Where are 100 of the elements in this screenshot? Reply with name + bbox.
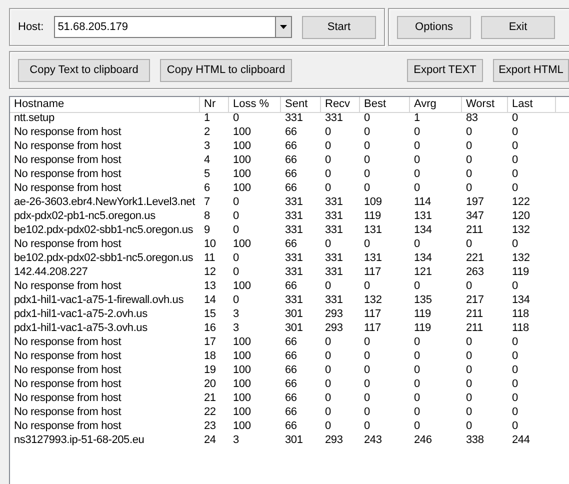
table-cell-text: 15 — [203, 307, 217, 321]
column-header[interactable]: Avrg — [410, 97, 462, 113]
table-cell-text: 0 — [413, 377, 421, 391]
options-button[interactable]: Options — [397, 16, 471, 38]
table-cell-text: 100 — [232, 167, 252, 181]
table-cell-text: 3 — [232, 307, 240, 321]
table-cell-text: 331 — [284, 251, 304, 265]
table-cell-text: 246 — [413, 433, 433, 447]
table-cell-text: 0 — [465, 181, 473, 195]
table-cell-text: 132 — [511, 251, 531, 265]
table-cell-text: 66 — [284, 125, 298, 139]
table-cell-text: 135 — [413, 293, 433, 307]
table-cell-text: 66 — [284, 363, 298, 377]
column-header[interactable]: Loss % — [229, 97, 281, 113]
table-cell-text: 0 — [232, 293, 240, 307]
table-cell-text: 100 — [232, 139, 252, 153]
table-cell-text: 7 — [203, 195, 211, 209]
table-cell-text: 0 — [324, 139, 332, 153]
table-cell-text: 10 — [203, 237, 217, 251]
table-cell-text: 331 — [324, 195, 344, 209]
copy-html-button[interactable]: Copy HTML to clipboard — [160, 58, 292, 82]
table-cell-text: be102.pdx-pdx02-sbb1-nc5.oregon.us — [13, 223, 194, 237]
table-cell-text: 119 — [413, 321, 432, 335]
table-cell-text: 263 — [465, 265, 485, 279]
table-cell-text: 331 — [284, 195, 304, 209]
table-cell-text: 331 — [284, 265, 304, 279]
table-cell-text: No response from host — [13, 419, 122, 433]
export-text-button[interactable]: Export TEXT — [407, 58, 483, 82]
table-cell-text: 244 — [511, 433, 531, 447]
table-cell-text: 118 — [511, 307, 530, 321]
table-cell-text: 0 — [511, 237, 519, 251]
table-cell-text: 100 — [232, 335, 252, 349]
table-cell-text: 0 — [232, 251, 240, 265]
table-cell-text: 114 — [413, 195, 432, 209]
table-cell-text: 217 — [465, 293, 485, 307]
table-cell-text: 0 — [511, 377, 519, 391]
column-header[interactable]: Sent — [281, 97, 321, 113]
table-cell-text: 0 — [324, 125, 332, 139]
table-cell-text: 331 — [324, 251, 344, 265]
table-cell-text: 331 — [284, 223, 304, 237]
table-cell-text: 1 — [203, 111, 211, 125]
column-header[interactable]: Nr — [200, 97, 229, 113]
table-cell-text: 0 — [465, 167, 473, 181]
table-cell-text: 131 — [363, 223, 383, 237]
table-cell-text: 0 — [413, 181, 421, 195]
column-header[interactable]: Last — [508, 97, 556, 113]
table-cell-text: 17 — [203, 335, 217, 349]
table-cell-text: 13 — [203, 279, 217, 293]
column-header[interactable]: Best — [360, 97, 410, 113]
table-cell-text: 122 — [511, 195, 531, 209]
table-cell-text: 100 — [232, 153, 252, 167]
table-cell-text: 0 — [324, 279, 332, 293]
table-cell-text: 331 — [284, 209, 304, 223]
table-cell-text: No response from host — [13, 125, 122, 139]
column-header[interactable]: Worst — [462, 97, 508, 113]
table-cell-text: 0 — [324, 419, 332, 433]
table-cell-text: 134 — [413, 223, 433, 237]
table-cell-text: 100 — [232, 377, 252, 391]
table-cell-text: 23 — [203, 419, 217, 433]
table-cell-text: 121 — [413, 265, 433, 279]
export-html-button[interactable]: Export HTML — [493, 58, 569, 82]
table-cell-text: 0 — [363, 335, 371, 349]
table-cell-text: 134 — [511, 293, 531, 307]
table-cell-text: 100 — [232, 125, 252, 139]
table-cell-text: 119 — [413, 307, 432, 321]
table-cell-text: 18 — [203, 349, 217, 363]
table-cell-text: 0 — [363, 363, 371, 377]
table-cell-text: 0 — [363, 139, 371, 153]
table-cell-text: 66 — [284, 237, 298, 251]
table-cell-text: 331 — [324, 293, 344, 307]
host-field[interactable]: 51.68.205.179 — [54, 16, 275, 38]
table-cell-text: 0 — [363, 125, 371, 139]
table-cell-text: 19 — [203, 363, 217, 377]
table-cell-text: 0 — [465, 391, 473, 405]
table-cell-text: 0 — [465, 377, 473, 391]
column-header[interactable]: Hostname — [10, 97, 200, 113]
table-cell-text: 0 — [324, 237, 332, 251]
table-cell-text: 221 — [465, 251, 485, 265]
table-cell-text: 197 — [465, 195, 485, 209]
exit-button[interactable]: Exit — [481, 16, 555, 38]
table-cell-text: No response from host — [13, 153, 122, 167]
table-cell-text: 293 — [324, 321, 344, 335]
table-cell-text: 347 — [465, 209, 485, 223]
table-cell-text: 66 — [284, 405, 298, 419]
table-cell-text: 301 — [284, 307, 304, 321]
table-cell-text: 0 — [413, 405, 421, 419]
table-cell-text: 1 — [413, 111, 421, 125]
table-cell-text: 0 — [465, 279, 473, 293]
table-cell-text: 0 — [324, 349, 332, 363]
start-button[interactable]: Start — [302, 16, 376, 38]
table-cell-text: 100 — [232, 363, 252, 377]
table-cell-text: 100 — [232, 405, 252, 419]
table-cell-text: No response from host — [13, 279, 122, 293]
table-cell-text: No response from host — [13, 391, 122, 405]
copy-text-button[interactable]: Copy Text to clipboard — [18, 58, 150, 82]
table-cell-text: 331 — [324, 209, 344, 223]
column-header[interactable]: Recv — [321, 97, 360, 113]
table-cell-text: 0 — [511, 405, 519, 419]
table-cell-text: 0 — [413, 167, 421, 181]
table-cell-text: 100 — [232, 181, 252, 195]
